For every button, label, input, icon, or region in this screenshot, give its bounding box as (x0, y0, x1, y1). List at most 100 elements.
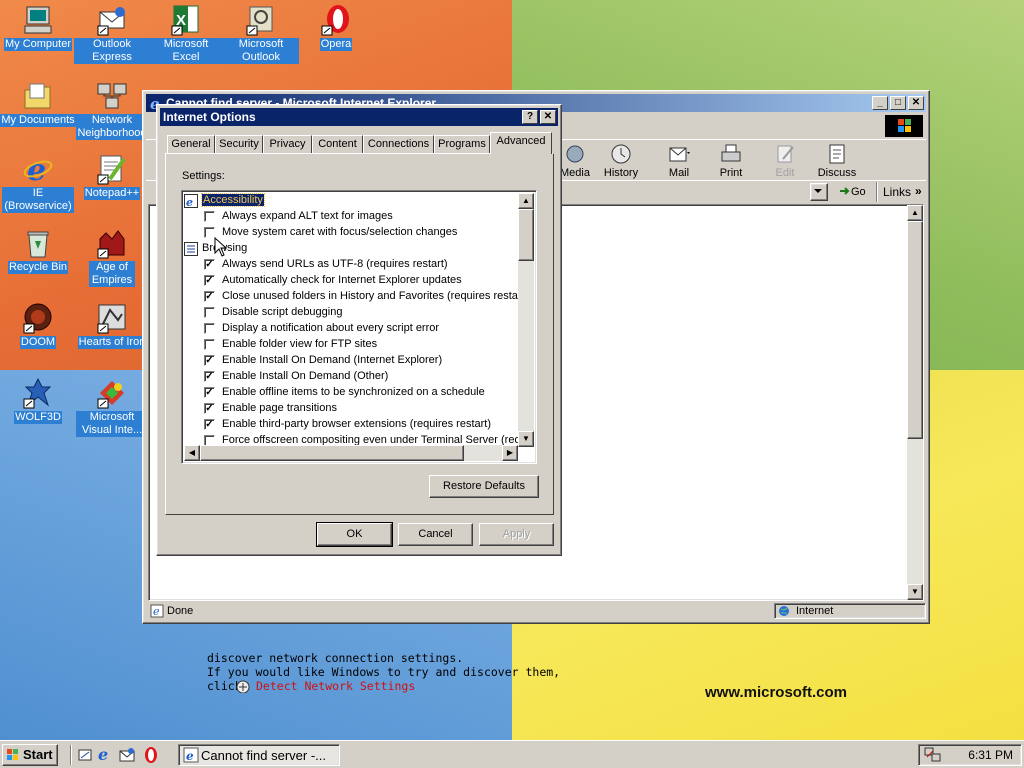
desktop-icon-outlook-express[interactable]: Outlook Express (74, 4, 150, 64)
desktop-icon-visual-interdev[interactable]: Microsoft Visual Inte... (74, 377, 150, 437)
address-dropdown-button[interactable] (810, 183, 828, 201)
setting-checkbox[interactable]: ✓ (204, 387, 215, 398)
setting-checkbox[interactable] (204, 307, 215, 318)
desktop-icon-label: WOLF3D (14, 411, 62, 424)
apply-button[interactable]: Apply (479, 523, 554, 546)
desktop-icon-microsoft-outlook[interactable]: Microsoft Outlook (223, 4, 299, 64)
history-button[interactable]: History (594, 141, 648, 179)
setting-checkbox[interactable] (204, 323, 215, 334)
links-button[interactable]: Links » (876, 182, 925, 202)
tab-advanced[interactable]: Advanced (490, 132, 552, 154)
go-button[interactable]: Go (836, 183, 872, 201)
network-tray-icon[interactable] (924, 747, 942, 766)
scroll-down-button[interactable]: ▼ (518, 431, 534, 447)
setting-row[interactable]: Move system caret with focus/selection c… (182, 225, 518, 241)
status-text: Done (167, 605, 194, 617)
setting-row[interactable]: ✓ Close unused folders in History and Fa… (182, 289, 528, 305)
setting-checkbox[interactable]: ✓ (204, 275, 215, 286)
scroll-left-button[interactable]: ◀ (184, 445, 200, 461)
printer-icon (719, 143, 743, 165)
setting-row[interactable]: ✓ Enable Install On Demand (Other) (182, 369, 518, 385)
taskbar: Start e e Cannot find server -... 6:31 P… (0, 740, 1024, 768)
maximize-button[interactable]: □ (890, 96, 906, 110)
desktop-icon-network-neighborhood[interactable]: Network Neighborhood (74, 80, 150, 140)
setting-checkbox[interactable]: ✓ (204, 419, 215, 430)
discuss-button[interactable]: Discuss (810, 141, 864, 179)
desktop-icon-notepad-plus[interactable]: Notepad++ (74, 153, 150, 200)
desktop-icon-microsoft-excel[interactable]: X Microsoft Excel (148, 4, 224, 64)
tab-content[interactable]: Content (312, 135, 363, 153)
edit-button[interactable]: Edit (758, 141, 812, 179)
setting-row[interactable]: ✓ Enable Install On Demand (Internet Exp… (182, 353, 518, 369)
settings-vertical-scrollbar[interactable]: ▲ ▼ (518, 193, 534, 447)
setting-row[interactable]: Enable folder view for FTP sites (182, 337, 518, 353)
setting-checkbox[interactable] (204, 211, 215, 222)
scroll-up-button[interactable]: ▲ (518, 193, 534, 209)
detect-network-icon (235, 679, 251, 696)
setting-row[interactable]: ✓ Enable offline items to be synchronize… (182, 385, 518, 401)
svg-text:e: e (27, 153, 46, 185)
start-button[interactable]: Start (2, 744, 58, 766)
close-button[interactable]: ✕ (908, 96, 924, 110)
desktop-icon-wolf3d[interactable]: WOLF3D (0, 377, 76, 424)
settings-horizontal-scrollbar[interactable]: ◀ ▶ (184, 445, 518, 461)
setting-row[interactable]: ✓ Enable page transitions (182, 401, 518, 417)
tab-connections[interactable]: Connections (363, 135, 434, 153)
cancel-button[interactable]: Cancel (398, 523, 473, 546)
taskbar-task-ie[interactable]: e Cannot find server -... (178, 744, 340, 766)
setting-checkbox[interactable]: ✓ (204, 291, 215, 302)
setting-checkbox[interactable]: ✓ (204, 371, 215, 382)
scroll-down-button[interactable]: ▼ (907, 584, 923, 600)
ok-button[interactable]: OK (316, 522, 393, 547)
setting-checkbox[interactable]: ✓ (204, 355, 215, 366)
setting-row[interactable]: Always expand ALT text for images (182, 209, 518, 225)
ie-status-bar: e Done Internet (146, 602, 926, 620)
setting-label: Enable page transitions (222, 402, 337, 414)
mail-button[interactable]: Mail (652, 141, 706, 179)
desktop-icon-opera[interactable]: Opera (298, 4, 374, 51)
setting-row[interactable]: Disable script debugging (182, 305, 518, 321)
desktop-icon-ie-browservice[interactable]: e IE (Browservice) (0, 153, 76, 213)
show-desktop-icon[interactable] (77, 747, 93, 766)
desktop-icon-my-computer[interactable]: My Computer (0, 4, 76, 51)
dialog-title-bar[interactable]: Internet Options ? ✕ (160, 108, 558, 126)
tab-privacy[interactable]: Privacy (263, 135, 312, 153)
scroll-thumb[interactable] (518, 209, 534, 261)
dialog-close-button[interactable]: ✕ (540, 110, 556, 124)
setting-checkbox[interactable]: ✓ (204, 403, 215, 414)
setting-checkbox[interactable]: ✓ (204, 259, 215, 270)
quick-launch-ie-icon[interactable]: e (97, 745, 113, 765)
desktop-icon-doom[interactable]: DOOM (0, 302, 76, 349)
print-button[interactable]: Print (704, 141, 758, 179)
setting-row[interactable]: ✓ Enable third-party browser extensions … (182, 417, 518, 433)
minimize-button[interactable]: _ (872, 96, 888, 110)
settings-group-browsing[interactable]: Browsing (182, 241, 518, 257)
restore-defaults-button[interactable]: Restore Defaults (429, 475, 539, 498)
desktop-icon-my-documents[interactable]: My Documents (0, 80, 76, 127)
clock[interactable]: 6:31 PM (968, 748, 1013, 762)
content-vertical-scrollbar[interactable]: ▲ ▼ (907, 205, 923, 600)
wolf3d-icon (22, 377, 54, 409)
quick-launch-outlook-express-icon[interactable] (119, 747, 135, 766)
setting-checkbox[interactable] (204, 339, 215, 350)
content-line: If you would like Windows to try and dis… (207, 665, 561, 679)
desktop-icon-recycle-bin[interactable]: Recycle Bin (0, 227, 76, 274)
scroll-thumb[interactable] (200, 445, 464, 461)
desktop-icon-hearts-of-iron[interactable]: Hearts of Iron (74, 302, 150, 349)
tab-general[interactable]: General (167, 135, 215, 153)
setting-row[interactable]: ✓ Always send URLs as UTF-8 (requires re… (182, 257, 518, 273)
settings-group-accessibility[interactable]: e Accessibility (182, 193, 518, 209)
setting-row[interactable]: ✓ Automatically check for Internet Explo… (182, 273, 518, 289)
detect-network-link[interactable]: Detect Network Settings (256, 679, 415, 693)
tab-programs[interactable]: Programs (434, 135, 490, 153)
security-zone-panel: Internet (774, 603, 926, 619)
scroll-thumb[interactable] (907, 221, 923, 439)
help-button[interactable]: ? (522, 110, 538, 124)
setting-label: Always send URLs as UTF-8 (requires rest… (222, 258, 448, 270)
scroll-right-button[interactable]: ▶ (502, 445, 518, 461)
setting-row[interactable]: Display a notification about every scrip… (182, 321, 518, 337)
scroll-up-button[interactable]: ▲ (907, 205, 923, 221)
quick-launch-opera-icon[interactable] (143, 746, 159, 767)
desktop-icon-age-of-empires[interactable]: Age of Empires (74, 227, 150, 287)
tab-security[interactable]: Security (215, 135, 263, 153)
